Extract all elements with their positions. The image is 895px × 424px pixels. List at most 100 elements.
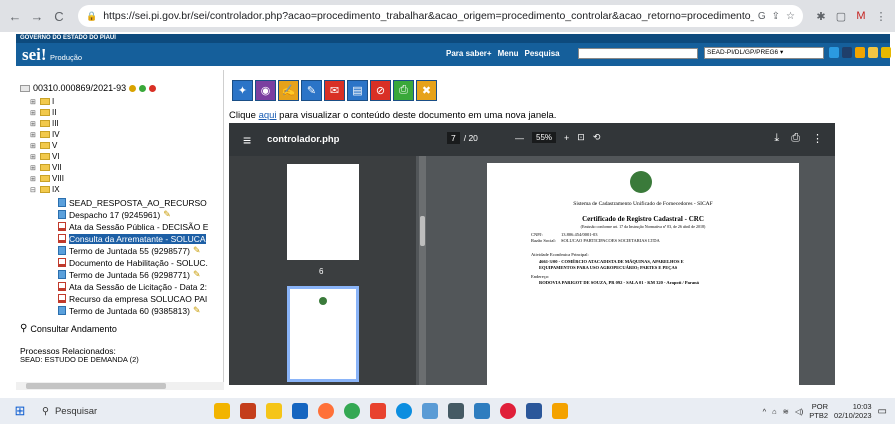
expand-icon[interactable]: ⊞ — [30, 153, 38, 161]
expand-icon[interactable]: ⊞ — [30, 131, 38, 139]
user-icon[interactable] — [855, 47, 865, 58]
document-row-selected[interactable]: Consulta da Arrematante - SOLUCA — [58, 233, 224, 244]
document-row[interactable]: Recurso da empresa SOLUCAO PAI — [58, 293, 224, 304]
print-icon[interactable]: ⎙ — [791, 132, 800, 145]
document-row[interactable]: Despacho 17 (9245961) ✎ — [58, 209, 224, 220]
star-icon[interactable]: ☆ — [786, 11, 795, 22]
thumbnail-scrollbar[interactable] — [419, 156, 426, 385]
expand-icon[interactable]: ⊞ — [30, 120, 38, 128]
pesquisa-link[interactable]: Pesquisa — [524, 49, 559, 58]
document-row[interactable]: Ata da Sessão de Licitação - Data 2: — [58, 281, 224, 292]
status-red-icon[interactable] — [149, 84, 157, 92]
extensions-icon[interactable]: ✱ — [813, 8, 829, 24]
consultar-andamento-link[interactable]: ⚲ Consultar Andamento — [20, 323, 117, 334]
tools-icon[interactable] — [868, 47, 878, 58]
status-green-icon[interactable] — [139, 84, 147, 92]
block-icon[interactable]: ▤ — [347, 80, 368, 101]
google-icon[interactable]: G — [758, 11, 766, 22]
notes-icon[interactable] — [842, 47, 852, 58]
calculator-icon[interactable] — [448, 403, 464, 419]
store-icon[interactable] — [422, 403, 438, 419]
hamburger-icon[interactable]: ≡ — [243, 132, 251, 148]
folder-node[interactable]: ⊞ IV — [30, 130, 60, 139]
address-bar[interactable]: 🔒 https://sei.pi.gov.br/sei/controlador.… — [78, 5, 803, 27]
widgets-icon[interactable] — [214, 403, 230, 419]
related-process-link[interactable]: SEAD: ESTUDO DE DEMANDA (2) — [20, 355, 139, 364]
taskbar-search[interactable]: ⚲ Pesquisar — [42, 406, 182, 417]
view-icon[interactable]: ◉ — [255, 80, 276, 101]
lock-icon[interactable]: 🔒 — [86, 11, 97, 22]
zoom-input[interactable]: 55% — [532, 132, 557, 143]
exit-icon[interactable] — [881, 47, 891, 58]
scrollbar-thumb[interactable] — [26, 383, 166, 389]
wifi-icon[interactable]: ≋ — [783, 407, 789, 416]
page-thumbnail[interactable] — [287, 164, 359, 260]
sticky-notes-icon[interactable] — [552, 403, 568, 419]
expand-icon[interactable]: ⊞ — [30, 142, 38, 150]
unit-select[interactable]: SEAD-PI/DL/GP/PREG6 ▾ — [704, 47, 824, 59]
cancel-icon[interactable]: ⊘ — [370, 80, 391, 101]
document-row[interactable]: Ata da Sessão Pública - DECISÃO E — [58, 221, 224, 232]
pdf-vertical-scrollbar[interactable] — [826, 156, 835, 385]
rotate-icon[interactable]: ⟲ — [593, 132, 601, 143]
folder-node[interactable]: ⊞ II — [30, 108, 56, 117]
mail-icon[interactable] — [292, 403, 308, 419]
pencil-icon[interactable]: ✎ — [163, 209, 171, 220]
document-row[interactable]: Termo de Juntada 56 (9298771) ✎ — [58, 269, 224, 280]
scrollbar-thumb[interactable] — [420, 216, 425, 246]
photos-icon[interactable] — [474, 403, 490, 419]
send-icon[interactable]: ✉ — [324, 80, 345, 101]
people-icon[interactable] — [129, 84, 137, 92]
pencil-icon[interactable]: ✎ — [193, 245, 201, 256]
firefox-icon[interactable] — [318, 403, 334, 419]
share-icon[interactable]: ⇪ — [772, 11, 780, 22]
sign-icon[interactable]: ✍ — [278, 80, 299, 101]
document-row[interactable]: Documento de Habilitação - SOLUC. — [58, 257, 224, 268]
zoom-out-icon[interactable]: — — [515, 133, 524, 143]
signatures-icon[interactable]: ✦ — [232, 80, 253, 101]
folder-node[interactable]: ⊞ V — [30, 141, 57, 150]
file-explorer-icon[interactable] — [266, 403, 282, 419]
folder-node-expanded[interactable]: ⊟ IX — [30, 185, 60, 194]
document-row[interactable]: Termo de Juntada 60 (9385813) ✎ — [58, 305, 224, 316]
document-row[interactable]: Termo de Juntada 55 (9298577) ✎ — [58, 245, 224, 256]
process-node[interactable]: 00310.000869/2021-93 — [20, 83, 157, 93]
notifications-icon[interactable]: ▭ — [878, 406, 887, 417]
chrome-icon[interactable] — [344, 403, 360, 419]
windows-start-icon[interactable]: ⊞ — [8, 403, 32, 419]
saber-mais-link[interactable]: Para saber+ — [446, 49, 492, 58]
pencil-icon[interactable]: ✎ — [193, 269, 201, 280]
brave-icon[interactable] — [370, 403, 386, 419]
powerpoint-icon[interactable] — [240, 403, 256, 419]
network-icon[interactable]: ⌂ — [772, 407, 777, 416]
menu-link[interactable]: Menu — [498, 49, 519, 58]
search-input[interactable] — [578, 48, 698, 59]
fit-page-icon[interactable]: ⊡ — [577, 132, 585, 143]
zoom-in-icon[interactable]: + — [564, 133, 569, 143]
sei-logo[interactable]: sei! — [22, 45, 47, 65]
download-icon[interactable]: ⤓ — [774, 132, 779, 145]
expand-icon[interactable]: ⊞ — [30, 175, 38, 183]
back-icon[interactable]: ← — [6, 7, 24, 25]
expand-icon[interactable]: ⊞ — [30, 164, 38, 172]
open-new-window-link[interactable]: aqui — [259, 110, 277, 121]
folder-node[interactable]: ⊞ VI — [30, 152, 60, 161]
document-row[interactable]: SEAD_RESPOSTA_AO_RECURSO — [58, 197, 224, 208]
expand-icon[interactable]: ⊞ — [30, 109, 38, 117]
volume-icon[interactable]: ◁) — [795, 407, 803, 416]
word-icon[interactable] — [526, 403, 542, 419]
tree-horizontal-scrollbar[interactable] — [16, 382, 224, 390]
forward-icon[interactable]: → — [28, 7, 46, 25]
reload-icon[interactable]: C — [50, 7, 68, 25]
menu-icon[interactable]: ⋮ — [873, 8, 889, 24]
chevron-up-icon[interactable]: ^ — [763, 407, 767, 416]
folder-node[interactable]: ⊞ III — [30, 119, 59, 128]
print-icon[interactable]: ⎙ — [393, 80, 414, 101]
edit-icon[interactable]: ✎ — [301, 80, 322, 101]
collapse-icon[interactable]: ⊟ — [30, 186, 38, 194]
edge-icon[interactable] — [396, 403, 412, 419]
expand-icon[interactable]: ⊞ — [30, 98, 38, 106]
opera-icon[interactable] — [500, 403, 516, 419]
folder-node[interactable]: ⊞ VII — [30, 163, 62, 172]
folder-node[interactable]: ⊞ I — [30, 97, 54, 106]
